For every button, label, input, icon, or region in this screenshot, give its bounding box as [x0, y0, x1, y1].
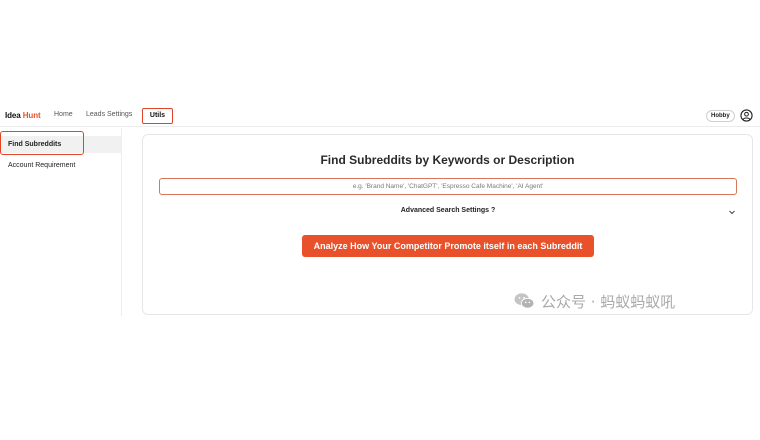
plan-badge[interactable]: Hobby	[706, 110, 735, 122]
user-circle-icon[interactable]	[740, 109, 753, 122]
page-title: Find Subreddits by Keywords or Descripti…	[320, 153, 575, 167]
logo-text-hunt: Hunt	[22, 111, 41, 120]
top-nav: Idea Hunt Home Leads Settings Utils Hobb…	[0, 108, 760, 127]
search-card: Find Subreddits by Keywords or Descripti…	[142, 134, 753, 315]
sidebar-item-find-subreddits[interactable]: Find Subreddits	[0, 131, 121, 155]
app-logo[interactable]: Idea Hunt	[5, 111, 41, 120]
wechat-icon	[514, 293, 535, 309]
nav-utils[interactable]: Utils	[142, 108, 173, 124]
analyze-competitor-button[interactable]: Analyze How Your Competitor Promote itse…	[302, 235, 594, 257]
sidebar: Find Subreddits Account Requirement	[0, 128, 122, 316]
advanced-search-toggle[interactable]: Advanced Search Settings ?	[159, 207, 737, 219]
sidebar-item-label: Account Requirement	[8, 162, 76, 169]
logo-text-idea: Idea	[5, 111, 21, 120]
sidebar-item-account-requirement[interactable]: Account Requirement	[0, 161, 121, 171]
selection-highlight	[0, 131, 84, 155]
chevron-down-icon[interactable]	[727, 207, 737, 217]
nav-leads-settings[interactable]: Leads Settings	[86, 111, 132, 118]
watermark-text: 公众号 · 蚂蚁蚂蚁吼	[541, 292, 676, 311]
watermark: 公众号 · 蚂蚁蚂蚁吼	[513, 290, 675, 312]
nav-home[interactable]: Home	[54, 111, 73, 118]
advanced-search-label: Advanced Search Settings ?	[400, 207, 496, 214]
search-input[interactable]	[159, 178, 737, 195]
